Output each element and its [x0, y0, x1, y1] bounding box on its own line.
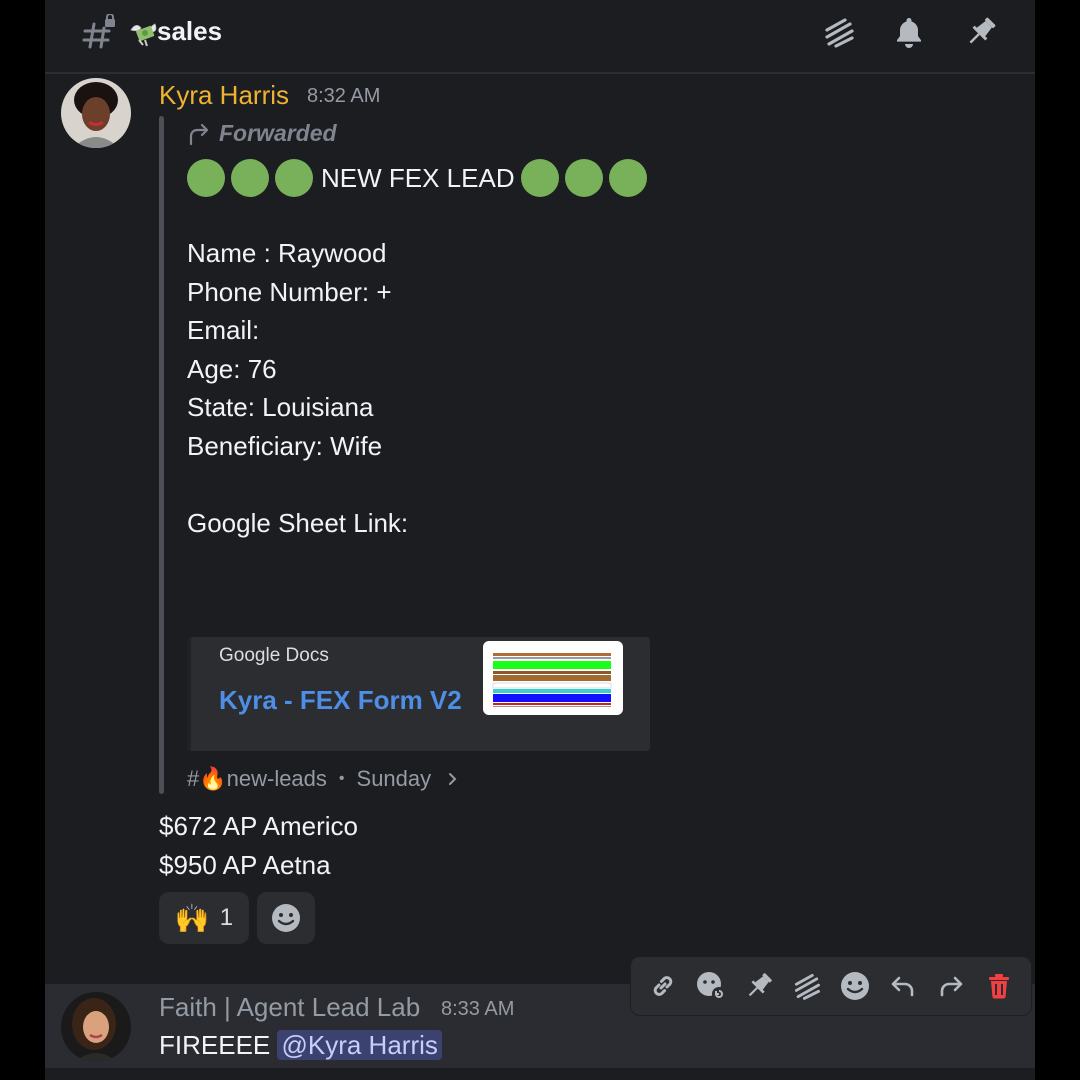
origin-separator: •	[338, 770, 345, 787]
chevron-right-icon[interactable]	[445, 771, 461, 787]
add-reaction-button[interactable]	[831, 962, 879, 1010]
message-author[interactable]: Faith | Agent Lead Lab	[159, 992, 420, 1023]
money-with-wings-icon	[130, 23, 157, 47]
lead-field-sheet-link: Google Sheet Link:	[187, 508, 409, 538]
green-circle-icon	[608, 159, 647, 197]
text-channel-locked-icon	[82, 14, 115, 49]
lead-field-age: Age: 76	[187, 354, 277, 384]
link-icon	[653, 976, 673, 996]
message-author[interactable]: Kyra Harris	[159, 80, 289, 111]
threads-icon[interactable]	[821, 14, 857, 50]
pin-icon[interactable]	[963, 14, 999, 50]
green-circle-icon	[564, 159, 603, 197]
super-reaction-icon	[697, 972, 726, 1001]
forward-arrow-icon	[189, 123, 209, 145]
green-circle-icon	[187, 159, 225, 197]
origin-day: Sunday	[356, 766, 432, 791]
message-timestamp: 8:33 AM	[441, 998, 515, 1020]
delete-icon	[989, 974, 1009, 999]
discord-app: sales Kyra Harris 8:32 AM Forwarded NEW …	[45, 0, 1035, 1080]
bell-icon[interactable]	[891, 14, 927, 50]
add-reaction-button[interactable]	[257, 892, 315, 944]
copy-link-button[interactable]	[639, 962, 687, 1010]
avatar[interactable]	[61, 992, 131, 1062]
forward-quote-bar	[159, 116, 164, 794]
forwarded-label: Forwarded	[187, 120, 337, 147]
avatar[interactable]	[61, 78, 131, 148]
message-actions-toolbar	[630, 956, 1032, 1016]
origin-channel[interactable]: #🔥new-leads	[187, 766, 327, 792]
embed-thumbnail[interactable]	[483, 641, 623, 715]
message-body-line: $672 AP Americo	[159, 811, 358, 841]
forward-button[interactable]	[927, 962, 975, 1010]
channel-header: sales	[45, 0, 1035, 74]
message-text: FIREEEE	[159, 1030, 271, 1060]
embed-provider: Google Docs	[219, 645, 329, 666]
reply-button[interactable]	[879, 962, 927, 1010]
reaction-raised-hands[interactable]: 🙌 1	[159, 892, 249, 944]
super-reaction-button[interactable]	[687, 962, 735, 1010]
reaction-count: 1	[219, 904, 234, 931]
reply-icon	[891, 976, 914, 997]
thread-icon	[794, 973, 820, 1000]
link-embed: Google Docs Kyra - FEX Form V2	[187, 637, 650, 751]
lead-field-phone: Phone Number: +	[187, 277, 392, 307]
add-reaction-icon	[272, 904, 300, 932]
add-reaction-icon	[841, 972, 869, 1000]
green-circle-icon	[231, 159, 269, 197]
forward-origin[interactable]: #🔥new-leads • Sunday	[187, 766, 461, 792]
create-thread-button[interactable]	[783, 962, 831, 1010]
lead-field-email: Email:	[187, 315, 260, 345]
lead-title: NEW FEX LEAD	[187, 158, 653, 198]
lead-field-name: Name : Raywood	[187, 238, 387, 268]
forwarded-text: Forwarded	[219, 120, 337, 146]
forward-icon	[940, 976, 963, 997]
pin-message-button[interactable]	[735, 962, 783, 1010]
delete-button[interactable]	[975, 962, 1023, 1010]
raised-hands-emoji: 🙌	[174, 902, 210, 934]
green-circle-icon	[520, 159, 559, 197]
lead-field-state: State: Louisiana	[187, 392, 374, 422]
pin-icon	[748, 973, 772, 997]
message-body: FIREEEE @Kyra Harris	[159, 1030, 442, 1061]
channel-name[interactable]: sales	[157, 16, 222, 47]
user-mention[interactable]: @Kyra Harris	[277, 1030, 442, 1060]
message-body-line: $950 AP Aetna	[159, 850, 331, 880]
lead-title-text: NEW FEX LEAD	[321, 162, 515, 193]
embed-title-link[interactable]: Kyra - FEX Form V2	[219, 685, 462, 716]
lead-field-beneficiary: Beneficiary: Wife	[187, 431, 383, 461]
green-circle-icon	[275, 159, 313, 197]
message-timestamp: 8:32 AM	[307, 85, 381, 107]
